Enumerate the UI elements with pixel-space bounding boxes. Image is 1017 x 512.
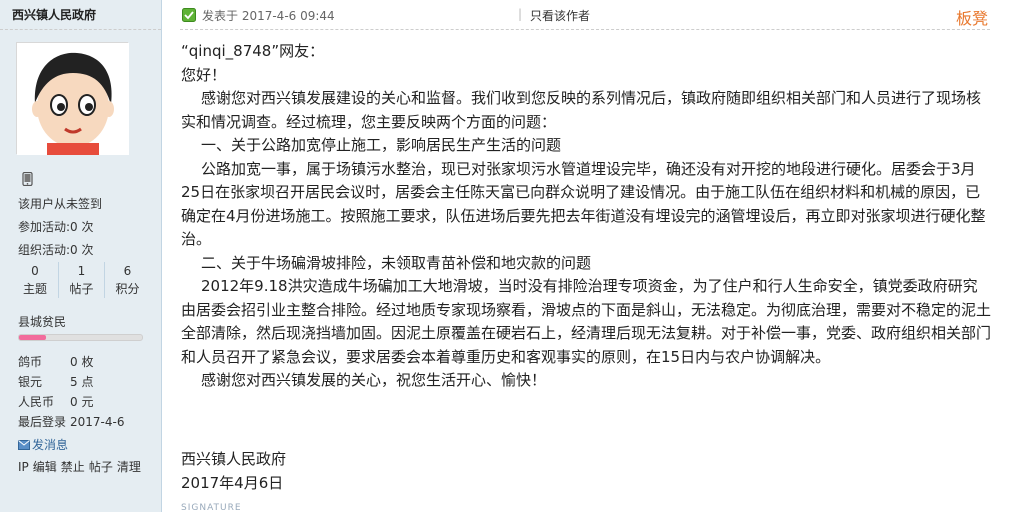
last-login-label: 最后登录 — [18, 415, 67, 429]
stat-points[interactable]: 6 积分 — [104, 262, 150, 298]
signoff-organization: 西兴镇人民政府 — [181, 450, 287, 468]
admin-edit-link[interactable]: 编辑 — [33, 460, 57, 474]
rank-progress-bar — [18, 334, 143, 341]
closing-line: 感谢您对西兴镇发展的关心，祝您生活开心、愉快！ — [201, 371, 547, 389]
currency-row: 人民币 0 元 — [18, 393, 93, 410]
currency-value: 0 元 — [70, 395, 94, 409]
stat-topics[interactable]: 0 主题 — [12, 262, 58, 298]
envelope-icon — [18, 440, 30, 450]
admin-ban-link[interactable]: 禁止 — [61, 460, 85, 474]
header-separator: | — [518, 7, 523, 21]
post-header: 发表于 2017-4-6 09:44 | 只看该作者 板凳 — [180, 0, 990, 30]
stat-points-value: 6 — [123, 264, 132, 278]
author-stats: 0 主题 1 帖子 6 积分 — [12, 262, 152, 298]
currency-row: 银元 5 点 — [18, 373, 93, 390]
stat-topics-label: 主题 — [22, 282, 47, 296]
post-online-icon — [182, 8, 196, 22]
signin-status: 该用户从未签到 — [18, 197, 103, 211]
greeting-line: “qinqi_8748”网友： — [181, 42, 325, 60]
post-timestamp: 发表于 2017-4-6 09:44 — [202, 9, 335, 23]
currency-row: 鸽币 0 枚 — [18, 353, 93, 370]
author-sidebar: 西兴镇人民政府 该用户从未签到 参加活动:0 次 组织活动:0 次 0 主题 1 — [0, 0, 162, 512]
last-login-row: 最后登录 2017-4-6 — [18, 413, 124, 430]
currency-label: 银元 — [18, 375, 43, 389]
author-only-link[interactable]: 只看该作者 — [530, 7, 590, 24]
section-heading: 一、关于公路加宽停止施工，影响居民生产生活的问题 — [201, 136, 562, 154]
stat-posts-label: 帖子 — [69, 282, 94, 296]
post-paragraph: 公路加宽一事，属于场镇污水整治，现已对张家坝污水管道埋设完毕，确还没有对开挖的地… — [181, 159, 986, 249]
section-heading: 二、关于牛场碥滑坡排险，未领取青苗补偿和地灾款的问题 — [201, 253, 592, 272]
post-paragraph: 感谢您对西兴镇发展建设的关心和监督。我们收到您反映的系列情况后，镇政府随即组织相… — [181, 89, 982, 131]
greeting-line: 您好！ — [181, 65, 227, 84]
mobile-phone-icon — [22, 172, 33, 186]
user-rank[interactable]: 县城贫民 — [18, 313, 66, 330]
last-login-value: 2017-4-6 — [70, 415, 125, 429]
send-message-label: 发消息 — [32, 438, 69, 452]
rank-progress-fill — [19, 335, 47, 340]
stat-posts-value: 1 — [77, 264, 86, 278]
currency-label: 鸽币 — [18, 355, 43, 369]
post-content: “qinqi_8748”网友： 您好！ 感谢您对西兴镇发展建设的关心和监督。我们… — [181, 40, 991, 393]
signature-label: SIGNATURE — [181, 503, 242, 512]
stat-posts[interactable]: 1 帖子 — [58, 262, 104, 298]
author-username[interactable]: 西兴镇人民政府 — [0, 0, 161, 30]
admin-ip-link[interactable]: IP — [18, 460, 29, 474]
currency-value: 5 点 — [70, 375, 94, 389]
currency-value: 0 枚 — [70, 355, 94, 369]
activity-join-count: 参加活动:0 次 — [18, 220, 94, 234]
stat-topics-value: 0 — [31, 264, 39, 278]
currency-label: 人民币 — [18, 395, 55, 409]
post-paragraph: 2012年9.18洪灾造成牛场碥加工大地滑坡，当时没有排险治理专项资金，为了住户… — [181, 277, 992, 366]
send-message-link[interactable]: 发消息 — [18, 436, 68, 453]
admin-clean-link[interactable]: 清理 — [117, 460, 141, 474]
stat-points-label: 积分 — [115, 282, 140, 296]
avatar[interactable] — [16, 42, 129, 155]
signoff-date: 2017年4月6日 — [181, 473, 284, 492]
floor-number[interactable]: 板凳 — [956, 5, 988, 29]
post-signoff: 西兴镇人民政府 2017年4月6日 — [181, 448, 286, 495]
avatar-cartoon-face-icon — [17, 43, 129, 155]
admin-posts-link[interactable]: 帖子 — [89, 460, 113, 474]
admin-links: IP 编辑 禁止 帖子 清理 — [18, 458, 145, 475]
activity-organize-count: 组织活动:0 次 — [18, 243, 94, 257]
